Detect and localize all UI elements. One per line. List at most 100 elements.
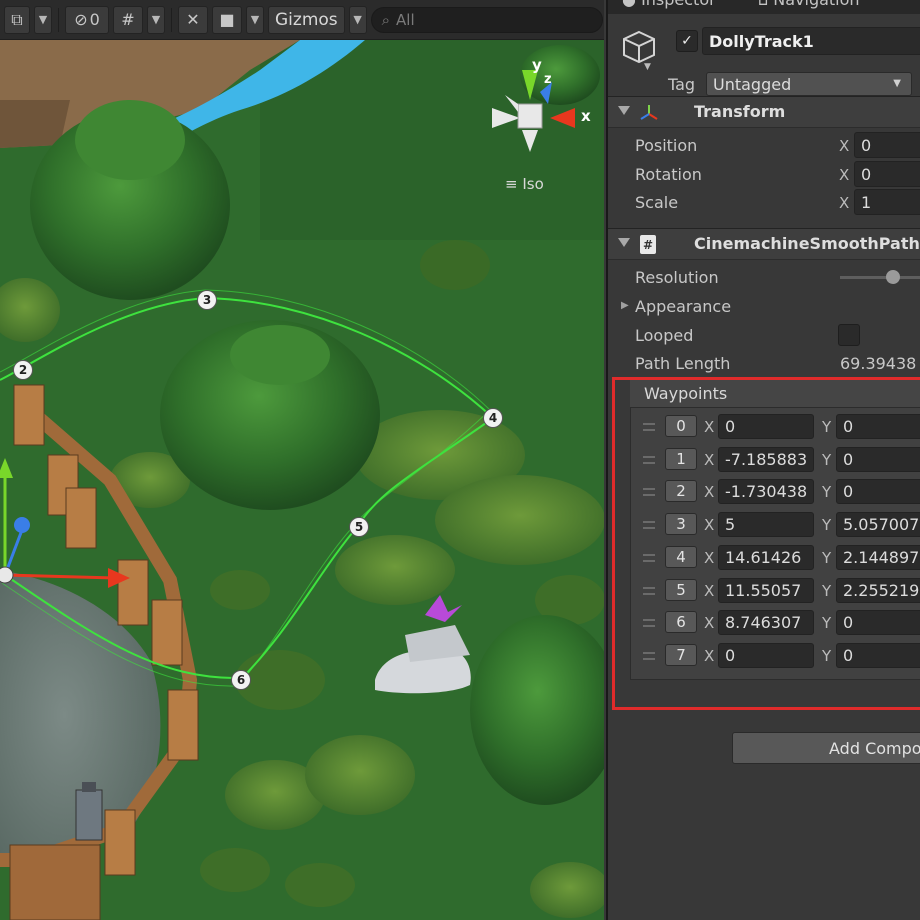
transform-title: Transform (694, 102, 786, 121)
resolution-slider-track[interactable] (840, 276, 920, 279)
waypoint-x-field[interactable]: 8.746307 (718, 610, 814, 635)
chevron-down-icon[interactable]: ▼ (644, 62, 651, 72)
inspector-tabs: ● Inspector ⌂ Navigation (608, 0, 920, 14)
gizmos-button[interactable]: Gizmos (268, 5, 345, 34)
foldout-arrow-icon[interactable] (618, 238, 630, 247)
tag-dropdown[interactable]: Untagged ▼ (706, 72, 912, 96)
waypoint-x-field[interactable]: 0 (718, 414, 814, 439)
chevron-down-icon: ▼ (151, 13, 161, 26)
toolbar-divider (58, 7, 59, 32)
y-axis-label: Y (822, 647, 832, 665)
add-component-button[interactable]: Add Component (732, 732, 920, 764)
waypoint-x-field[interactable]: 14.61426 (718, 545, 814, 570)
visibility-toggle[interactable]: ⊘ 0 (65, 5, 109, 34)
hidden-count: 0 (89, 10, 100, 29)
y-axis-label: Y (822, 418, 832, 436)
smooth-path-header[interactable]: # CinemachineSmoothPath (608, 228, 920, 260)
waypoint-y-field[interactable]: 0 (836, 414, 920, 439)
rotation-x-field[interactable]: 0 (854, 161, 920, 187)
waypoint-index: 5 (665, 579, 697, 601)
tag-label: Tag (668, 75, 696, 94)
position-label: Position (635, 136, 698, 155)
tab-navigation[interactable]: ⌂ Navigation (758, 0, 860, 9)
y-axis-label: Y (822, 483, 832, 501)
iso-icon: ≡ (505, 175, 518, 193)
chevron-right-icon[interactable]: ▶ (621, 300, 629, 311)
projection-toggle[interactable]: ≡ Iso (505, 175, 544, 193)
waypoint-x-field[interactable]: 11.55057 (718, 578, 814, 603)
drag-handle-icon[interactable] (643, 456, 655, 464)
camera-button[interactable]: ■ (212, 5, 242, 34)
scale-label: Scale (635, 193, 679, 212)
scene-search-input[interactable]: ⌕ All (370, 6, 603, 33)
waypoint-x-field[interactable]: 0 (718, 643, 814, 668)
waypoint-marker[interactable]: 6 (231, 670, 251, 690)
waypoint-x-field[interactable]: 5 (718, 512, 814, 537)
camera-icon: ■ (219, 10, 235, 29)
tools-button[interactable]: ✕ (178, 5, 208, 34)
waypoint-y-field[interactable]: 0 (836, 643, 920, 668)
rotation-label: Rotation (635, 165, 702, 184)
draw-mode-dropdown[interactable]: ▼ (34, 5, 52, 34)
y-axis-label: Y (822, 516, 832, 534)
transform-header[interactable]: Transform (608, 96, 920, 128)
waypoint-index: 7 (665, 644, 697, 666)
foldout-arrow-icon[interactable] (618, 106, 630, 115)
drag-handle-icon[interactable] (643, 652, 655, 660)
gizmo-x-label: x (581, 107, 591, 125)
waypoint-x-field[interactable]: -1.730438 (718, 479, 814, 504)
draw-mode-icon: ⧉ (11, 9, 23, 29)
tab-inspector[interactable]: ● Inspector (622, 0, 716, 9)
gameobject-cube-icon (623, 30, 655, 64)
object-name-field[interactable]: DollyTrack1 (702, 27, 920, 55)
grid-button[interactable]: # (113, 5, 143, 34)
waypoint-y-field[interactable]: 0 (836, 447, 920, 472)
visibility-icon: ⊘ (74, 10, 88, 29)
waypoint-marker[interactable]: 4 (483, 408, 503, 428)
waypoint-y-field[interactable]: 5.057007 (836, 512, 920, 537)
waypoint-marker[interactable]: 2 (13, 360, 33, 380)
scene-canvas[interactable] (0, 0, 604, 920)
waypoints-list-header[interactable]: Waypoints (630, 380, 920, 408)
waypoint-y-field[interactable]: 2.255219 (836, 578, 920, 603)
grid-dropdown[interactable]: ▼ (147, 5, 165, 34)
chevron-down-icon: ▼ (893, 78, 901, 89)
drag-handle-icon[interactable] (643, 488, 655, 496)
gameobject-header: ▼ ✓ DollyTrack1 Tag Untagged ▼ (608, 14, 920, 99)
scene-view[interactable]: 2 3 4 5 6 y z x ≡ Iso ⧉ ▼ ⊘ 0 # ▼ ✕ ■ ▼ … (0, 0, 604, 920)
waypoint-index: 2 (665, 480, 697, 502)
drag-handle-icon[interactable] (643, 554, 655, 562)
drag-handle-icon[interactable] (643, 587, 655, 595)
x-axis-label: X (704, 582, 715, 600)
drag-handle-icon[interactable] (643, 619, 655, 627)
scale-x-field[interactable]: 1 (854, 189, 920, 215)
lantern-cap (82, 782, 96, 792)
waypoint-y-field[interactable]: 0 (836, 610, 920, 635)
waypoint-marker[interactable]: 3 (197, 290, 217, 310)
script-icon: # (640, 235, 656, 254)
tag-value: Untagged (713, 74, 792, 94)
scene-toolbar: ⧉ ▼ ⊘ 0 # ▼ ✕ ■ ▼ Gizmos ▼ ⌕ All (0, 0, 604, 40)
drag-handle-icon[interactable] (643, 423, 655, 431)
search-icon: ⌕ (381, 10, 391, 29)
waypoint-y-field[interactable]: 0 (836, 479, 920, 504)
waypoint-x-field[interactable]: -7.185883 (718, 447, 814, 472)
position-x-field[interactable]: 0 (854, 132, 920, 158)
tools-icon: ✕ (186, 10, 200, 29)
draw-mode-button[interactable]: ⧉ (4, 5, 30, 34)
camera-dropdown[interactable]: ▼ (246, 5, 264, 34)
waypoint-y-field[interactable]: 2.144897 (836, 545, 920, 570)
y-axis-label: Y (822, 582, 832, 600)
y-axis-label: Y (822, 549, 832, 567)
x-axis-label: X (704, 418, 715, 436)
waypoint-marker[interactable]: 5 (349, 517, 369, 537)
lantern (75, 789, 103, 841)
drag-handle-icon[interactable] (643, 521, 655, 529)
looped-checkbox[interactable] (838, 324, 860, 346)
gizmo-y-label: y (532, 56, 542, 74)
resolution-slider-handle[interactable] (886, 270, 900, 284)
x-axis-label: X (704, 516, 715, 534)
active-checkbox[interactable]: ✓ (676, 30, 698, 52)
appearance-foldout[interactable]: Appearance (635, 297, 731, 316)
gizmos-dropdown[interactable]: ▼ (348, 5, 367, 34)
